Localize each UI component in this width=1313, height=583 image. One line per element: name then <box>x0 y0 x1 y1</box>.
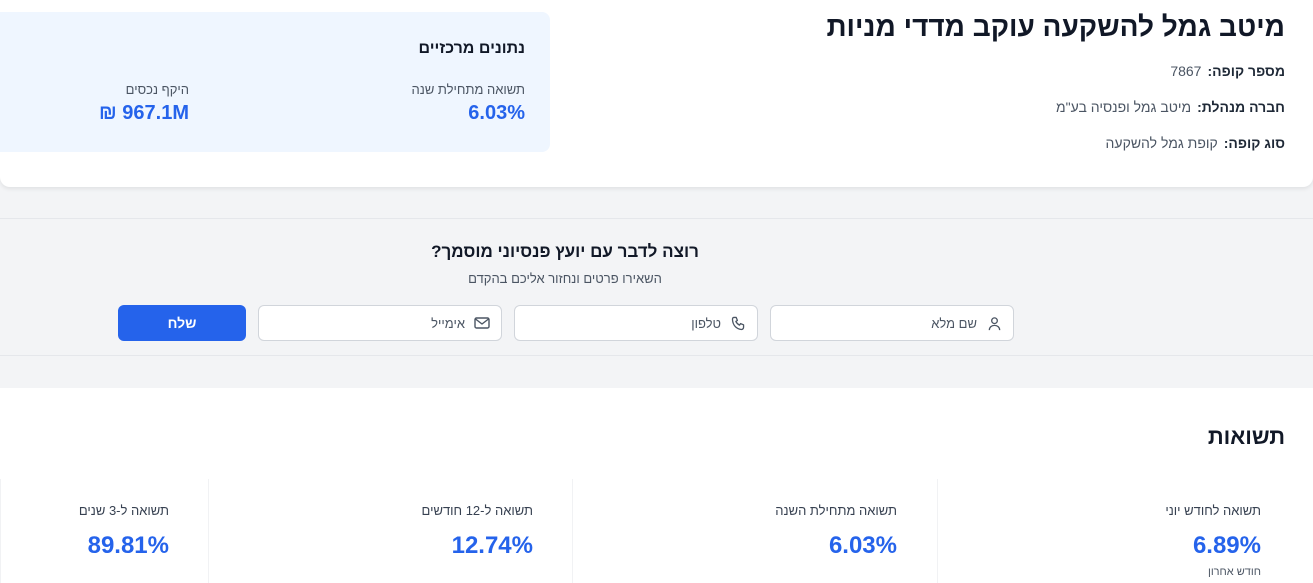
managing-company-label: חברה מנהלת: <box>1197 99 1285 115</box>
return-card-ytd: תשואה מתחילת השנה 6.03% <box>572 479 913 583</box>
ytd-return-label: תשואה מתחילת שנה <box>411 82 525 97</box>
return-card-last-month: תשואה לחודש יוני 6.89% חודש אחרון <box>937 479 1277 583</box>
fund-header-card: מיטב גמל להשקעה עוקב מדדי מניות מספר קופ… <box>0 0 1313 187</box>
return-card-value: 6.89% <box>1192 532 1261 559</box>
managing-company-value: מיטב גמל ופנסיה בע"מ <box>1056 99 1192 115</box>
fund-type-label: סוג קופה: <box>1223 135 1285 151</box>
fund-number-value: 7867 <box>1170 63 1202 79</box>
full-name-input[interactable] <box>781 315 977 331</box>
returns-section: תשואות תשואה לחודש יוני 6.89% חודש אחרון… <box>0 388 1313 583</box>
fund-number-label: מספר קופה: <box>1207 63 1285 79</box>
assets-label: היקף נכסים <box>125 82 189 97</box>
return-card-label: תשואה לחודש יוני <box>1165 503 1261 518</box>
returns-title: תשואות <box>1207 424 1285 449</box>
managing-company-row: חברה מנהלת: מיטב גמל ופנסיה בע"מ <box>1056 99 1285 115</box>
contact-subtitle: השאירו פרטים ונחזור אליכם בהקדם <box>468 271 662 286</box>
return-card-value: 6.03% <box>828 532 897 559</box>
phone-input[interactable] <box>525 315 721 331</box>
phone-field[interactable] <box>514 305 758 341</box>
return-card-12-months: תשואה ל-12 חודשים 12.74% <box>208 479 549 583</box>
return-card-label: תשואה ל-12 חודשים <box>421 503 533 518</box>
return-card-label: תשואה ל-3 שנים <box>78 503 169 518</box>
contact-title: רוצה לדבר עם יועץ פנסיוני מוסמך? <box>431 242 699 261</box>
fund-type-value: קופת גמל להשקעה <box>1105 135 1218 151</box>
full-name-field[interactable] <box>770 305 1014 341</box>
assets-value: 967.1M ₪ <box>99 102 189 124</box>
return-card-note: חודש אחרון <box>1207 566 1261 578</box>
ytd-return-value: 6.03% <box>468 102 525 124</box>
key-data-title: נתונים מרכזיים <box>418 40 526 57</box>
key-data-box: נתונים מרכזיים תשואה מתחילת שנה 6.03% הי… <box>0 12 550 152</box>
user-icon <box>985 314 1003 332</box>
return-card-value: 12.74% <box>451 532 533 559</box>
fund-type-row: סוג קופה: קופת גמל להשקעה <box>1106 135 1285 151</box>
return-card-label: תשואה מתחילת השנה <box>775 503 897 518</box>
return-card-value: 89.81% <box>87 532 169 559</box>
mail-icon <box>473 314 491 332</box>
advisor-contact-section: רוצה לדבר עם יועץ פנסיוני מוסמך? השאירו … <box>0 218 1313 356</box>
return-card-3-years: תשואה ל-3 שנים 89.81% <box>0 479 185 583</box>
fund-number-row: מספר קופה: 7867 <box>1170 63 1285 79</box>
email-field[interactable] <box>258 305 502 341</box>
email-input[interactable] <box>269 315 465 331</box>
phone-icon <box>729 314 747 332</box>
page-title: מיטב גמל להשקעה עוקב מדדי מניות <box>826 11 1285 42</box>
send-button[interactable]: שלח <box>118 305 246 341</box>
